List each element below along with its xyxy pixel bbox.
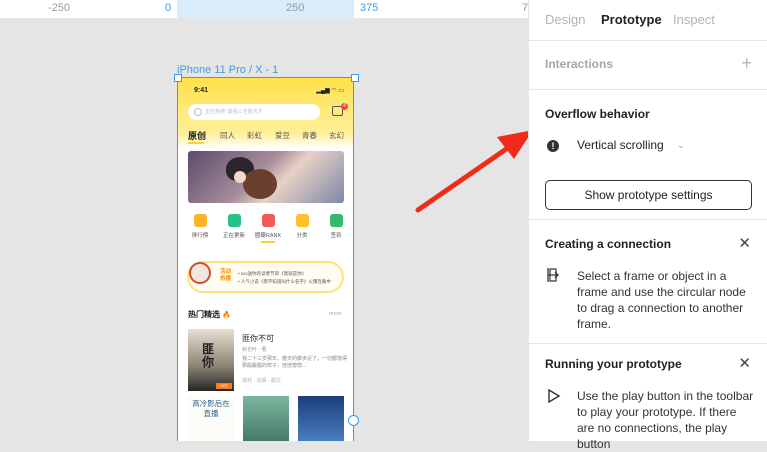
interactions-label: Interactions (545, 57, 614, 71)
add-interaction-icon[interactable]: + (741, 54, 752, 72)
running-prototype-title: Running your prototype (545, 357, 682, 371)
tab-inspect[interactable]: Inspect (673, 12, 715, 27)
interactions-section: Interactions + (529, 41, 767, 90)
overflow-title: Overflow behavior (545, 107, 650, 121)
show-prototype-settings-button[interactable]: Show prototype settings (545, 180, 752, 210)
chevron-down-icon[interactable]: ⌄ (677, 140, 685, 151)
close-icon[interactable]: ✕ (738, 356, 751, 371)
warning-icon: ! (547, 140, 559, 152)
tab-design[interactable]: Design (545, 12, 585, 27)
properties-panel: Design Prototype Inspect Interactions + … (528, 0, 767, 451)
tab-prototype[interactable]: Prototype (601, 12, 662, 27)
overflow-dropdown[interactable]: Vertical scrolling (577, 138, 664, 152)
running-prototype-text: Use the play button in the toolbar to pl… (577, 389, 754, 451)
design-canvas[interactable]: -250 0 250 375 7 iPhone 11 Pro / X - 1 9… (0, 0, 528, 441)
play-icon (548, 388, 561, 404)
annotation-arrow-icon (415, 130, 528, 213)
creating-connection-section (529, 219, 767, 344)
panel-tabs: Design Prototype Inspect (529, 0, 767, 41)
